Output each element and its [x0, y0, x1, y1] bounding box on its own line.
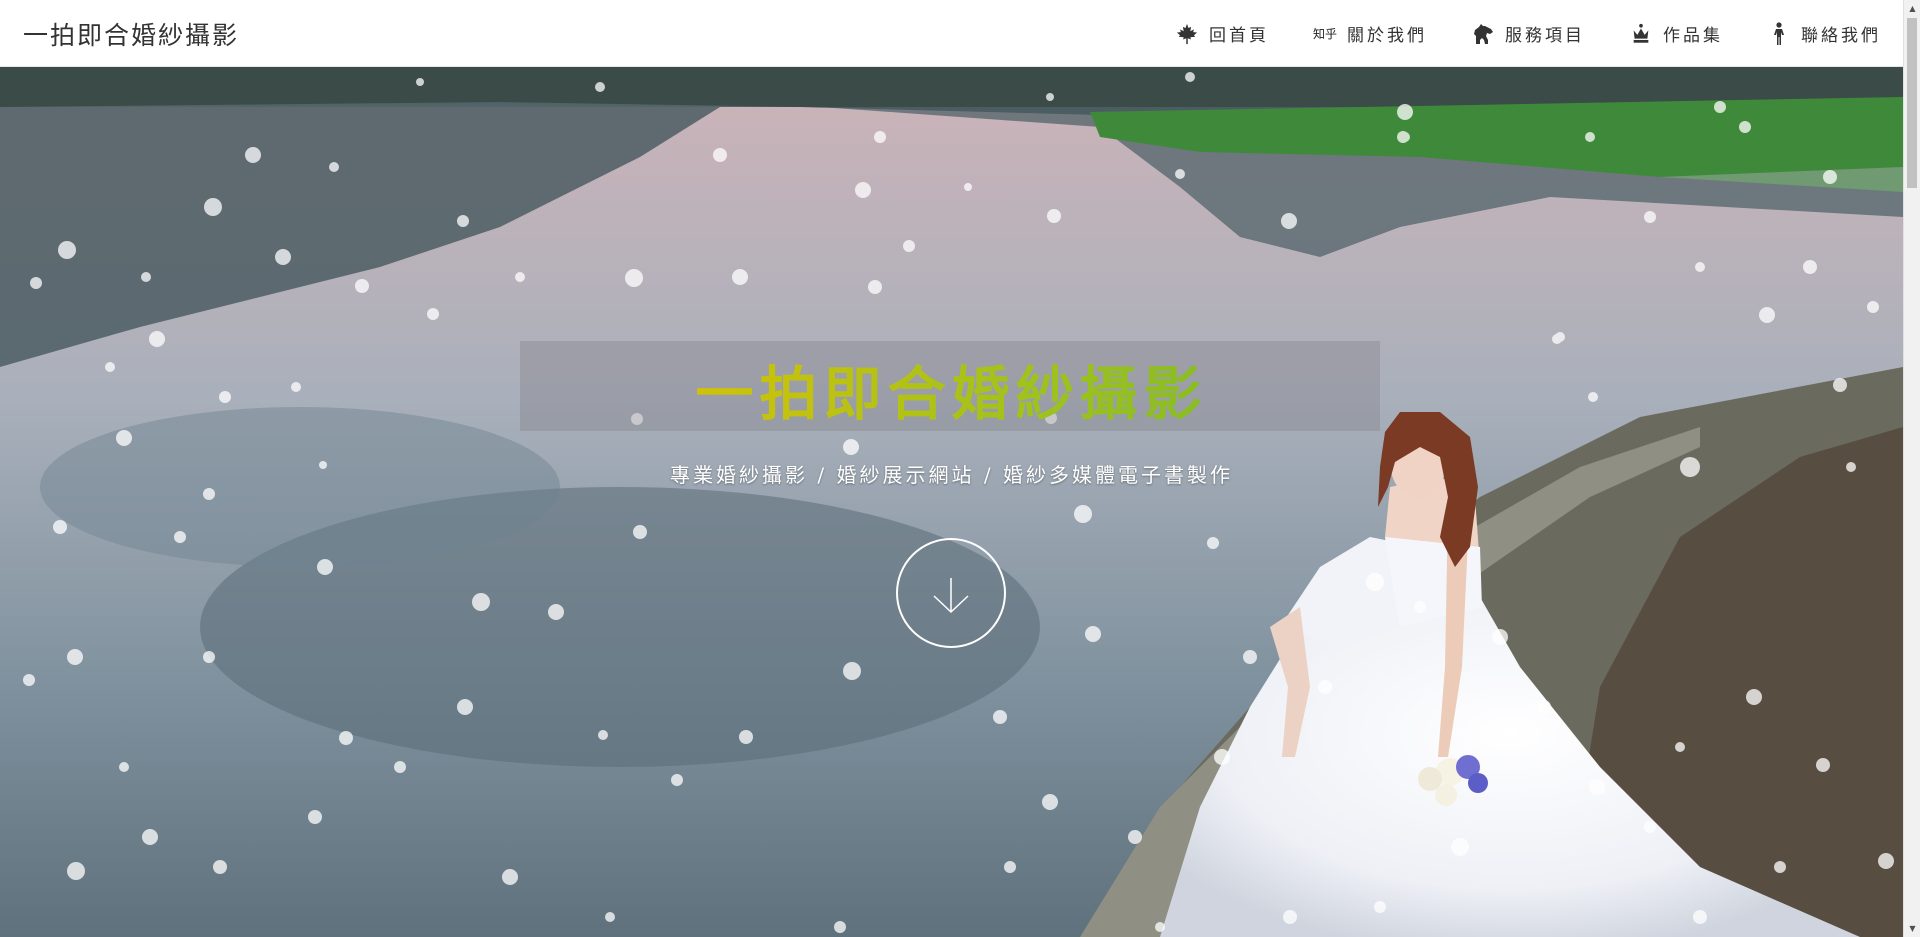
scrollbar-thumb[interactable]: [1907, 18, 1917, 188]
person-icon: [1767, 21, 1791, 46]
hero-subtitle: 專業婚紗攝影 / 婚紗展示網站 / 婚紗多媒體電子書製作: [670, 463, 1233, 487]
nav-item-label: 作品集: [1663, 26, 1723, 46]
hero-banner: 一拍即合婚紗攝影 專業婚紗攝影 / 婚紗展示網站 / 婚紗多媒體電子書製作: [0, 67, 1903, 937]
page-scrollbar[interactable]: ▲ ▼: [1903, 0, 1920, 937]
scroll-down-button[interactable]: [896, 538, 1006, 648]
top-navbar: 一拍即合婚紗攝影 回首頁 知乎 關於我們 服務項目 作品集 聯絡我們: [0, 0, 1903, 67]
nav-item-label: 關於我們: [1347, 26, 1427, 46]
hero-title: 一拍即合婚紗攝影: [0, 347, 1903, 431]
nav-item-label: 聯絡我們: [1801, 26, 1881, 46]
main-nav: 回首頁 知乎 關於我們 服務項目 作品集 聯絡我們: [1131, 0, 1881, 67]
arrow-down-icon: [933, 578, 969, 614]
chess-queen-icon: [1629, 22, 1653, 46]
horse-icon: [1471, 22, 1495, 46]
nav-item-contact[interactable]: 聯絡我們: [1767, 21, 1881, 46]
nav-item-home[interactable]: 回首頁: [1175, 21, 1269, 46]
nav-item-label: 回首頁: [1208, 26, 1269, 46]
nav-item-portfolio[interactable]: 作品集: [1629, 21, 1723, 46]
scroll-down-arrow-icon[interactable]: ▼: [1904, 920, 1920, 937]
brand-logo-text[interactable]: 一拍即合婚紗攝影: [23, 16, 239, 52]
hero-background-photo: [0, 67, 1903, 937]
nav-item-services[interactable]: 服務項目: [1471, 21, 1585, 46]
nav-item-about[interactable]: 知乎 關於我們: [1313, 21, 1427, 46]
scroll-up-arrow-icon[interactable]: ▲: [1904, 0, 1920, 17]
zhihu-icon: 知乎: [1312, 27, 1337, 41]
maple-leaf-icon: [1175, 22, 1199, 46]
nav-item-label: 服務項目: [1505, 26, 1585, 46]
